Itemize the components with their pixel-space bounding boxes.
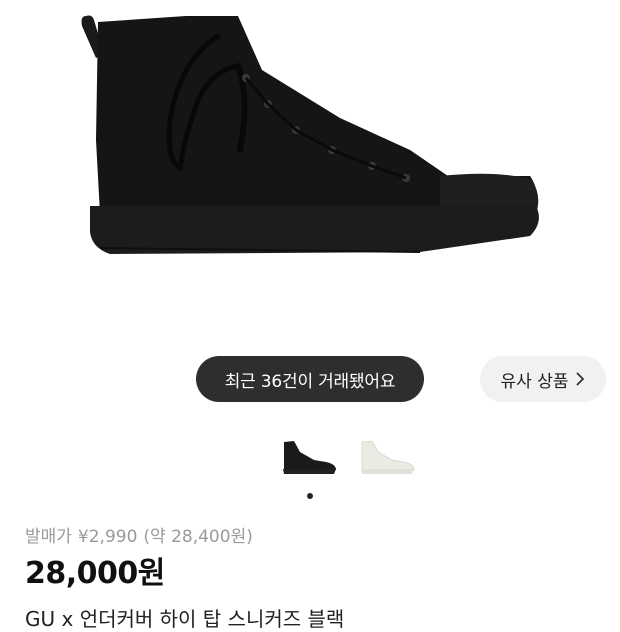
pagination-dot: [307, 493, 313, 499]
similar-products-button[interactable]: 유사 상품: [480, 356, 606, 402]
release-price-converted: (약 28,400원): [143, 527, 253, 547]
similar-products-label: 유사 상품: [500, 371, 569, 392]
release-price-line: 발매가 ¥2,990 (약 28,400원): [25, 522, 259, 547]
thumbnail-black[interactable]: [280, 438, 338, 476]
recent-trades-label: 최근 36건이 거래됐어요: [224, 371, 396, 392]
high-top-sneaker-image: [81, 15, 539, 254]
product-image[interactable]: [0, 0, 620, 340]
recent-trades-badge: 최근 36건이 거래됐어요: [196, 356, 424, 402]
release-price-value: ¥2,990: [77, 527, 138, 547]
current-price: 28,000원: [25, 556, 165, 591]
thumbnail-white[interactable]: [358, 438, 416, 476]
release-price-label: 발매가: [25, 527, 72, 547]
thumbnail-strip: [0, 438, 620, 478]
product-title: GU x 언더커버 하이 탑 스니커즈 블랙: [25, 607, 345, 631]
chevron-right-icon: [577, 372, 585, 386]
